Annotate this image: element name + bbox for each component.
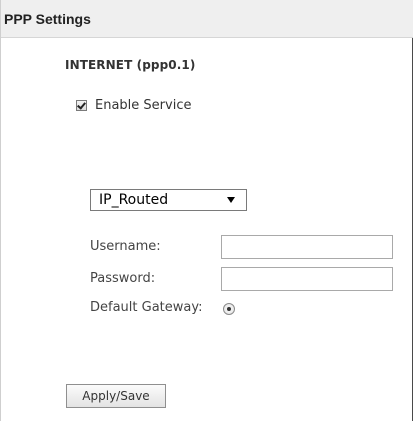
password-label: Password: [90,271,156,286]
ppp-settings-panel: PPP Settings INTERNET (ppp0.1) Enable Se… [0,0,413,421]
username-input[interactable] [221,235,393,259]
connection-title: INTERNET (ppp0.1) [65,58,196,72]
apply-save-button[interactable]: Apply/Save [66,384,166,408]
username-label: Username: [90,239,161,254]
radio-selected-dot [227,307,231,311]
enable-service-row: Enable Service [76,97,191,113]
default-gateway-radio[interactable] [223,303,235,315]
panel-header: PPP Settings [1,0,413,38]
default-gateway-label: Default Gateway: [90,300,203,315]
password-input[interactable] [221,267,393,291]
connection-mode-value: IP_Routed [99,192,169,208]
connection-mode-select[interactable]: IP_Routed [90,189,247,211]
page-title: PPP Settings [4,11,91,27]
dropdown-arrow-icon [227,197,235,203]
enable-service-label: Enable Service [95,97,192,113]
enable-service-checkbox[interactable] [76,99,87,111]
